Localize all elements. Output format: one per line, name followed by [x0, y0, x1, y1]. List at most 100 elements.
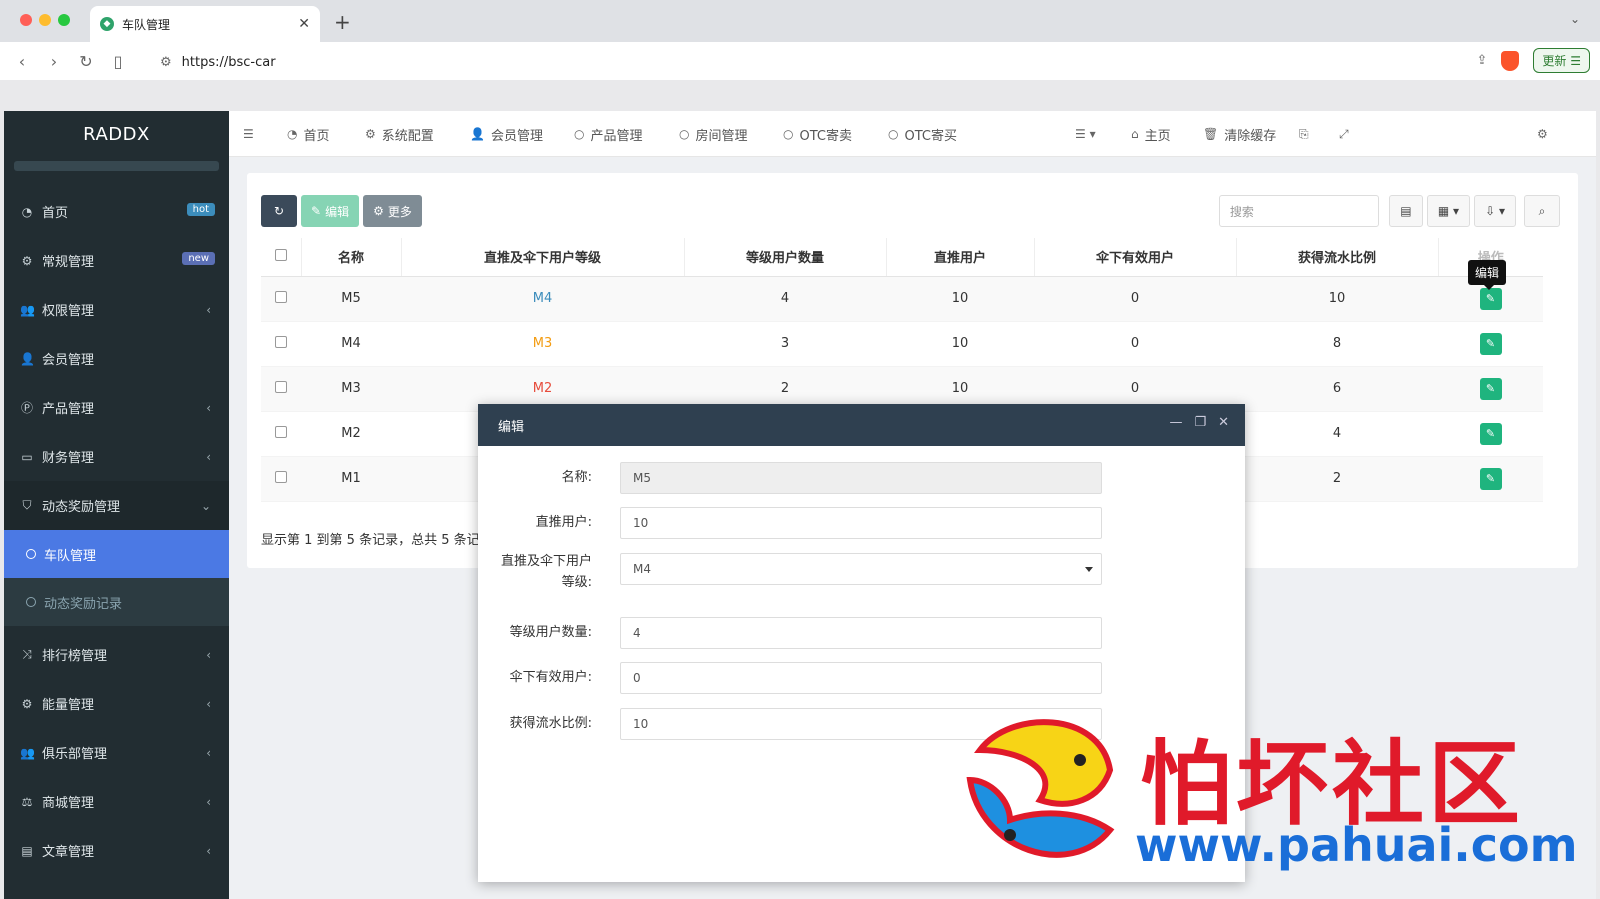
back-icon[interactable]: ‹	[6, 52, 38, 71]
more-button[interactable]: ⚙ 更多	[363, 195, 422, 227]
menu-dropdown-icon[interactable]: ☰ ▾	[1075, 111, 1096, 157]
topnav-item-2[interactable]: 👤 会员管理	[470, 111, 543, 157]
zoom-window-button[interactable]	[58, 14, 70, 26]
topnav-item-0[interactable]: ◔ 首页	[287, 111, 330, 157]
submenu-item-0[interactable]: 车队管理	[4, 530, 229, 578]
topnav-item-6[interactable]: ○ OTC寄买	[888, 111, 957, 157]
form-label: 等级用户数量:	[509, 625, 592, 640]
translate-icon[interactable]: ⎘	[1299, 111, 1309, 157]
sidebar-item-0[interactable]: ◔ 首页 hot	[4, 187, 229, 236]
sidebar-item-0[interactable]: ⤨ 排行榜管理 ‹	[4, 630, 229, 679]
settings-gear-icon[interactable]: ⚙	[1537, 111, 1548, 157]
nav-home-link[interactable]: ⌂ 主页	[1131, 111, 1171, 157]
form-input-4[interactable]: 0	[620, 662, 1102, 694]
form-input-1[interactable]: 10	[620, 507, 1102, 539]
col-header-ratio[interactable]: 获得流水比例	[1235, 238, 1438, 277]
sidebar-item-2[interactable]: 👥 俱乐部管理 ‹	[4, 728, 229, 777]
col-header-umbrella[interactable]: 伞下有效用户	[1033, 238, 1236, 277]
close-tab-icon[interactable]: ✕	[298, 16, 310, 32]
maximize-dialog-icon[interactable]: ❐	[1194, 415, 1206, 430]
col-header-name[interactable]: 名称	[300, 238, 401, 277]
close-window-button[interactable]	[20, 14, 32, 26]
row-edit-button[interactable]: ✎	[1479, 377, 1502, 400]
browser-tab[interactable]: ◆ 车队管理 ✕	[90, 6, 320, 42]
input-value: 10	[633, 516, 649, 530]
input-value: 10	[633, 717, 649, 731]
table-row[interactable]: M4 M3 3 10 0 8 ✎	[261, 321, 1543, 367]
pencil-icon: ✎	[1485, 337, 1496, 350]
browser-tab-strip: ◆ 车队管理 ✕ + ⌄	[0, 0, 1600, 42]
row-checkbox[interactable]	[275, 425, 287, 438]
close-dialog-icon[interactable]: ✕	[1218, 415, 1229, 430]
cell-count: 3	[684, 321, 886, 367]
row-edit-button[interactable]: ✎	[1479, 467, 1502, 490]
refresh-icon: ↻	[273, 204, 285, 218]
row-checkbox[interactable]	[275, 380, 287, 393]
sidebar-item-4[interactable]: Ⓟ 产品管理 ‹	[4, 383, 229, 432]
row-edit-button[interactable]: ✎	[1479, 332, 1502, 355]
toggle-sidebar-icon[interactable]: ☰	[243, 111, 254, 157]
sidebar-item-1[interactable]: ⚙ 能量管理 ‹	[4, 679, 229, 728]
sidebar-item-5[interactable]: ▭ 财务管理 ‹	[4, 432, 229, 481]
forward-icon[interactable]: ›	[38, 52, 70, 71]
input-value: M5	[633, 471, 651, 485]
minimize-dialog-icon[interactable]: —	[1169, 415, 1182, 430]
export-dropdown[interactable]: ⇩ ▾	[1474, 195, 1516, 227]
circle-icon: ○	[679, 127, 690, 141]
sidebar-item-1[interactable]: ⚙ 常规管理 new	[4, 236, 229, 285]
dialog-title: 编辑	[498, 419, 525, 435]
col-header-level[interactable]: 直推及伞下用户等级	[400, 238, 684, 277]
update-button[interactable]: 更新 ☰	[1533, 48, 1590, 73]
sidebar-item-label: 俱乐部管理	[42, 747, 108, 762]
sidebar-item-label: 动态奖励管理	[42, 500, 121, 515]
form-input-0[interactable]: M5	[620, 462, 1102, 494]
topnav-item-label: OTC寄卖	[799, 128, 852, 144]
submenu-item-1[interactable]: 动态奖励记录	[4, 578, 229, 626]
brave-shield-icon[interactable]	[1501, 50, 1520, 71]
sidebar-item-3[interactable]: 👤 会员管理	[4, 334, 229, 383]
bookmark-icon[interactable]: ▯	[102, 52, 134, 71]
level-select[interactable]: M4	[620, 553, 1102, 585]
edit-button[interactable]: ✎ 编辑	[301, 195, 360, 227]
refresh-button[interactable]: ↻	[261, 195, 297, 227]
reload-icon[interactable]: ↻	[70, 52, 102, 71]
minimize-window-button[interactable]	[39, 14, 51, 26]
tab-list-icon[interactable]: ⌄	[1570, 12, 1580, 26]
clear-cache-link[interactable]: 🗑 清除缓存	[1203, 111, 1276, 157]
form-input-3[interactable]: 4	[620, 617, 1102, 649]
columns-dropdown[interactable]: ▦ ▾	[1426, 195, 1471, 227]
sidebar-item-3[interactable]: ⚖ 商城管理 ‹	[4, 777, 229, 826]
table-row[interactable]: M5 M4 4 10 0 10 ✎	[261, 276, 1543, 322]
pencil-icon: ✎	[1485, 292, 1496, 305]
row-checkbox[interactable]	[275, 335, 287, 348]
fullscreen-icon[interactable]: ⤢	[1339, 111, 1349, 157]
input-value: 4	[633, 626, 641, 640]
sidebar-item-2[interactable]: 👥 权限管理 ‹	[4, 285, 229, 334]
address-bar[interactable]: ⚙ https://bsc-car	[160, 50, 1440, 74]
select-all-checkbox[interactable]	[274, 248, 287, 261]
form-label: 伞下有效用户:	[509, 670, 592, 685]
topnav-item-1[interactable]: ⚙ 系统配置	[365, 111, 434, 157]
topnav-item-5[interactable]: ○ OTC寄卖	[783, 111, 852, 157]
row-edit-button[interactable]: ✎	[1479, 287, 1502, 310]
col-header-direct[interactable]: 直推用户	[885, 238, 1034, 277]
toggle-view-icon[interactable]: ▤	[1388, 195, 1423, 227]
row-checkbox[interactable]	[275, 470, 287, 483]
sidebar-item-6[interactable]: ⛉ 动态奖励管理 ⌄	[4, 481, 229, 530]
chevron-icon: ‹	[206, 400, 211, 415]
sidebar-search[interactable]	[14, 161, 219, 171]
new-tab-icon[interactable]: +	[334, 10, 351, 34]
user-icon: 👤	[470, 127, 485, 141]
topnav-item-3[interactable]: ○ 产品管理	[574, 111, 643, 157]
row-checkbox[interactable]	[275, 290, 287, 303]
share-icon[interactable]: ⇪	[1477, 53, 1488, 68]
col-header-count[interactable]: 等级用户数量	[683, 238, 886, 277]
sidebar-item-4[interactable]: ▤ 文章管理 ‹	[4, 826, 229, 875]
topnav-item-4[interactable]: ○ 房间管理	[679, 111, 748, 157]
search-input[interactable]: 搜索	[1218, 195, 1379, 227]
site-settings-icon[interactable]: ⚙	[160, 55, 172, 70]
topnav-item-label: 房间管理	[695, 128, 748, 144]
row-edit-button[interactable]: ✎	[1479, 422, 1502, 445]
search-icon[interactable]: ⌕	[1524, 195, 1560, 227]
cell-name: M3	[301, 366, 401, 412]
